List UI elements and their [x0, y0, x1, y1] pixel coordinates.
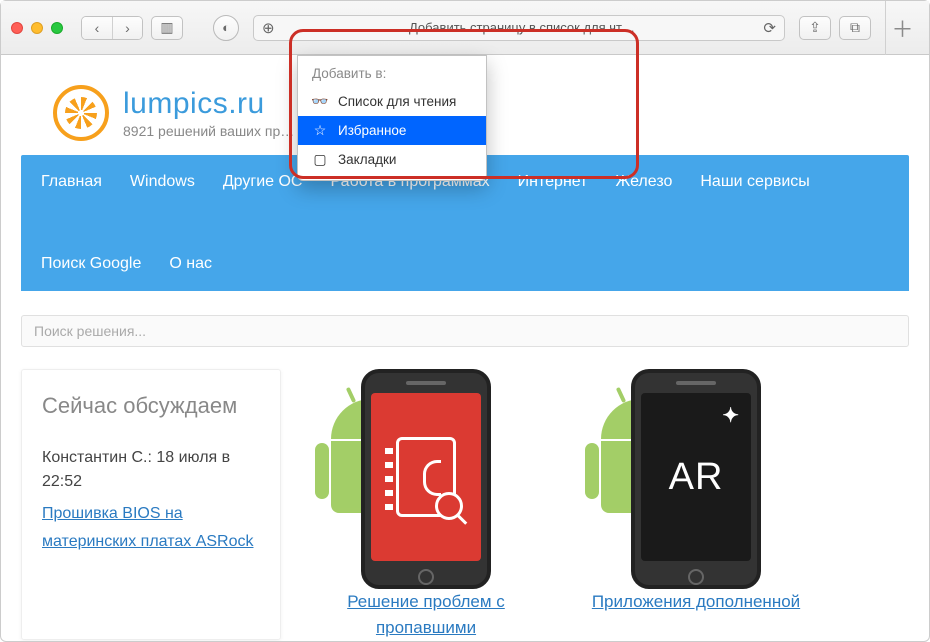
- plus-icon: ＋: [891, 12, 913, 44]
- dropdown-item-reading-list[interactable]: 👓 Список для чтения: [298, 87, 486, 116]
- glasses-icon: 👓: [312, 93, 328, 110]
- sidebar-toggle-button[interactable]: ▥: [151, 16, 183, 40]
- plus-icon: ✦: [722, 403, 739, 428]
- nav-item-services[interactable]: Наши сервисы: [700, 155, 809, 209]
- nav-item-search[interactable]: Поиск Google: [41, 237, 141, 291]
- nav-item-about[interactable]: О нас: [169, 237, 212, 291]
- nav-item-windows[interactable]: Windows: [130, 155, 195, 209]
- address-text: Добавить страницу в список для чт…: [281, 20, 764, 35]
- discussion-card: Сейчас обсуждаем Константин С.: 18 июля …: [21, 369, 281, 640]
- discussion-heading: Сейчас обсуждаем: [42, 392, 260, 420]
- site-logo[interactable]: [53, 85, 109, 141]
- chevron-left-icon: ‹: [95, 20, 100, 36]
- tabs-icon: ⧉: [850, 19, 860, 36]
- zoom-window-button[interactable]: [51, 22, 63, 34]
- back-button[interactable]: ‹: [82, 17, 112, 39]
- article-card[interactable]: Решение проблем с пропавшими: [311, 369, 541, 640]
- safari-toolbar: ‹ › ▥ ◐ ⊕ Добавить страницу в список для…: [1, 1, 929, 55]
- close-window-button[interactable]: [11, 22, 23, 34]
- discussion-post-meta: Константин С.: 18 июля в 22:52: [42, 446, 260, 494]
- article-title[interactable]: Решение проблем с пропавшими: [311, 589, 541, 640]
- articles-row: Решение проблем с пропавшими AR ✦: [311, 369, 909, 640]
- reload-icon[interactable]: ⟳: [763, 19, 776, 37]
- tabs-button[interactable]: ⧉: [839, 16, 871, 40]
- forward-button[interactable]: ›: [112, 17, 142, 39]
- dropdown-item-label: Список для чтения: [338, 94, 456, 109]
- contacts-icon: [396, 437, 456, 517]
- chevron-right-icon: ›: [125, 20, 130, 36]
- article-card[interactable]: AR ✦ Приложения дополненной: [581, 369, 811, 640]
- new-tab-button[interactable]: ＋: [885, 1, 919, 55]
- add-to-dropdown: Добавить в: 👓 Список для чтения ☆ Избран…: [297, 55, 487, 181]
- sidebar-icon: ▥: [160, 19, 173, 36]
- article-title[interactable]: Приложения дополненной: [581, 589, 811, 615]
- add-page-icon[interactable]: ⊕: [262, 19, 275, 37]
- dropdown-item-label: Закладки: [338, 152, 396, 167]
- minimize-window-button[interactable]: [31, 22, 43, 34]
- phone-illustration: [361, 369, 491, 589]
- ar-icon: AR: [669, 456, 724, 499]
- discussion-post-link[interactable]: Прошивка BIOS на материнских платах ASRo…: [42, 500, 260, 558]
- site-name[interactable]: lumpics.ru: [123, 87, 294, 121]
- site-search-input[interactable]: Поиск решения...: [21, 315, 909, 347]
- dropdown-header: Добавить в:: [298, 60, 486, 87]
- shield-icon: ◐: [222, 20, 230, 35]
- nav-back-forward: ‹ ›: [81, 16, 143, 40]
- book-icon: ▢: [312, 151, 328, 168]
- phone-illustration: AR ✦: [631, 369, 761, 589]
- nav-item-internet[interactable]: Интернет: [518, 155, 588, 209]
- site-tagline: 8921 решений ваших пр…: [123, 123, 294, 139]
- dropdown-item-bookmarks[interactable]: ▢ Закладки: [298, 145, 486, 174]
- toolbar-right: ⇪ ⧉: [799, 16, 871, 40]
- address-bar[interactable]: ⊕ Добавить страницу в список для чт… ⟳: [253, 15, 785, 41]
- share-icon: ⇪: [809, 19, 821, 36]
- star-icon: ☆: [312, 122, 328, 139]
- search-placeholder: Поиск решения...: [34, 323, 146, 339]
- nav-item-home[interactable]: Главная: [41, 155, 102, 209]
- share-button[interactable]: ⇪: [799, 16, 831, 40]
- dropdown-item-label: Избранное: [338, 123, 406, 138]
- content-columns: Сейчас обсуждаем Константин С.: 18 июля …: [21, 369, 909, 640]
- nav-item-hardware[interactable]: Железо: [615, 155, 672, 209]
- window-controls: [11, 22, 63, 34]
- privacy-report-button[interactable]: ◐: [213, 15, 239, 41]
- dropdown-item-favorites[interactable]: ☆ Избранное: [298, 116, 486, 145]
- nav-item-other-os[interactable]: Другие ОС: [223, 155, 303, 209]
